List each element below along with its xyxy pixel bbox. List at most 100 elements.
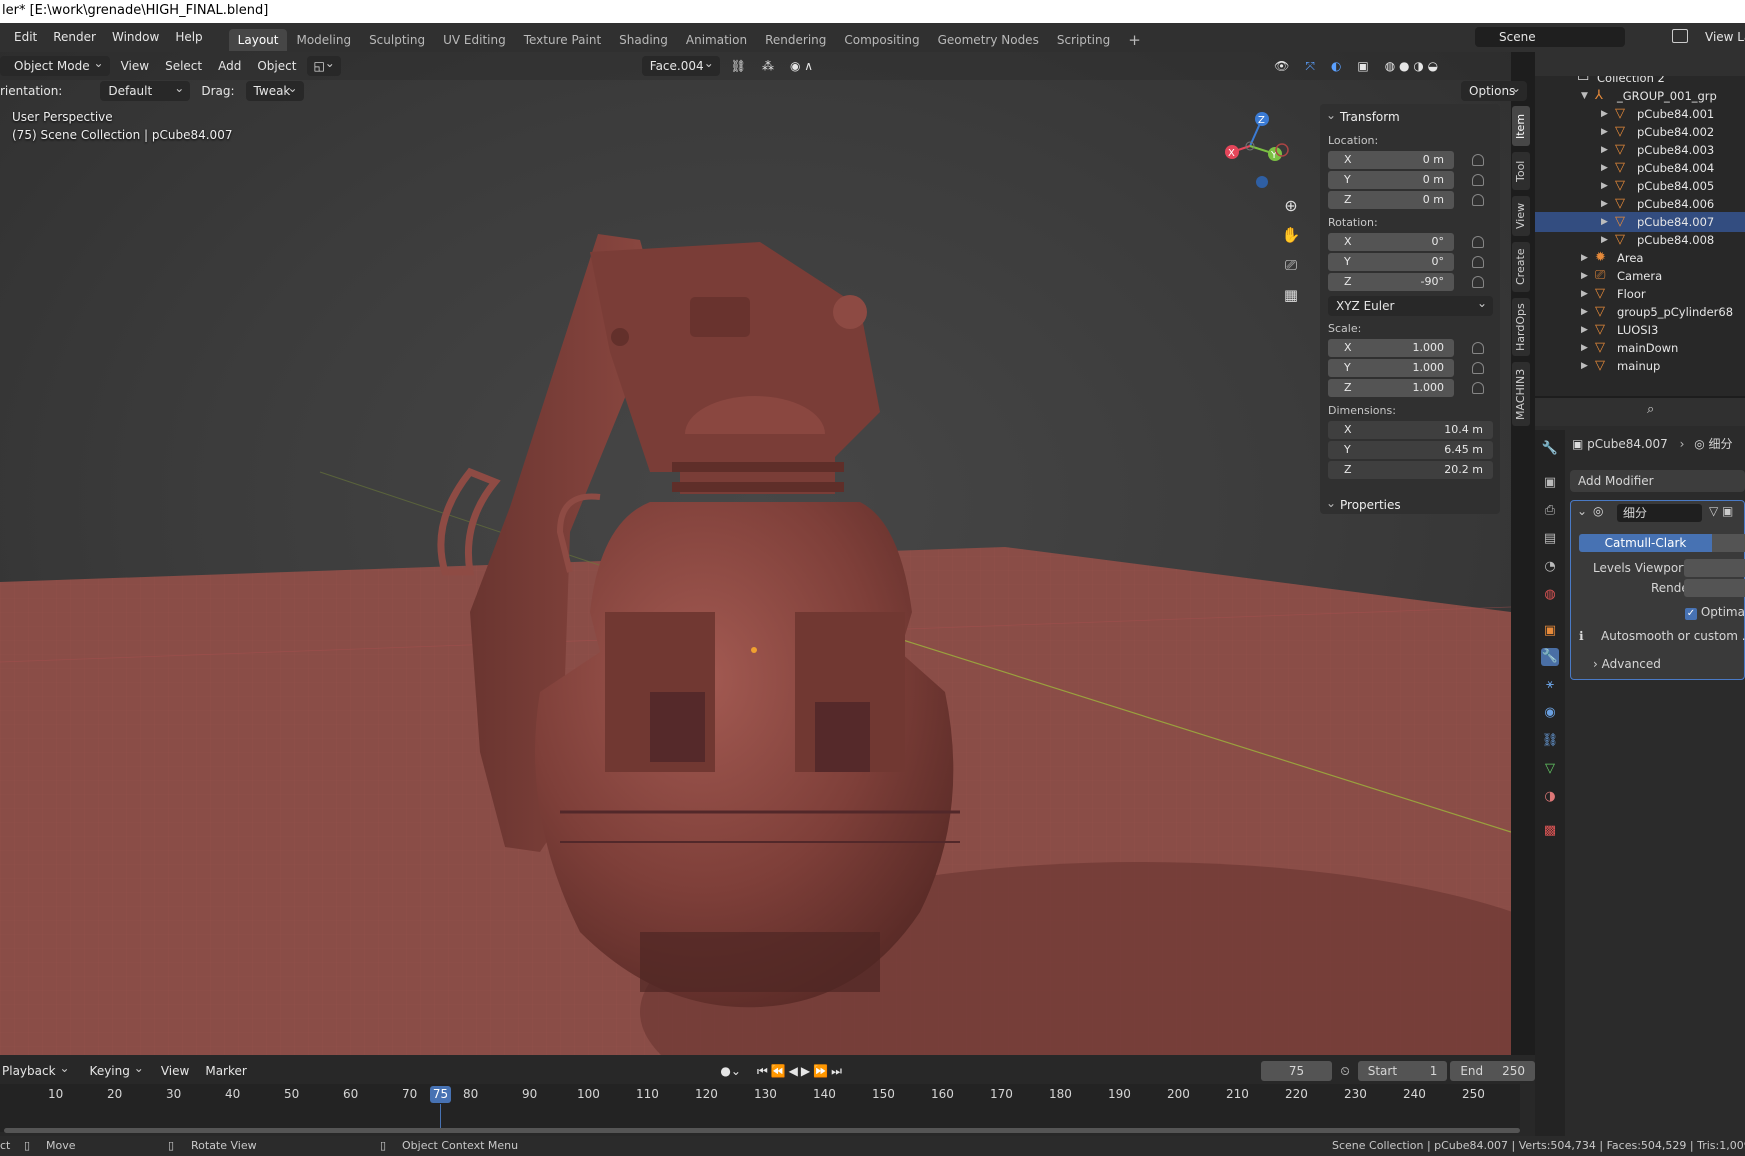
outliner-row[interactable]: ▶ ▽ group5_pCylinder68 xyxy=(1535,302,1745,322)
menu-add[interactable]: Add xyxy=(210,56,249,76)
lock-icon[interactable] xyxy=(1472,382,1484,394)
pan-hand-icon[interactable]: ✋ xyxy=(1280,226,1302,248)
physics-tab-icon[interactable]: ◉ xyxy=(1541,704,1559,722)
timeline-view-menu[interactable]: View xyxy=(153,1061,197,1081)
render-levels-field[interactable] xyxy=(1684,579,1745,597)
scale-x-field[interactable]: X 1.000 xyxy=(1328,339,1454,357)
tab-create[interactable]: Create xyxy=(1512,242,1530,292)
mode-selector[interactable]: Object Mode xyxy=(0,53,110,76)
lock-icon[interactable] xyxy=(1472,236,1484,248)
rotation-mode-dropdown[interactable]: XYZ Euler xyxy=(1328,293,1493,316)
outliner-row[interactable]: ▶ ▽ pCube84.001 xyxy=(1535,104,1745,124)
lock-icon[interactable] xyxy=(1472,194,1484,206)
rotation-y-field[interactable]: Y 0° xyxy=(1328,253,1454,271)
object-tab-icon[interactable]: ▣ xyxy=(1541,622,1559,640)
view-layer-label[interactable]: View La xyxy=(1705,27,1745,47)
outliner-row[interactable]: ▶ ▽ pCube84.004 xyxy=(1535,158,1745,178)
constraints-tab-icon[interactable]: ⛓ xyxy=(1541,732,1559,750)
levels-viewport-field[interactable] xyxy=(1684,559,1745,577)
proportional-edit-icon[interactable]: ◉ ∧ xyxy=(782,56,821,76)
particles-tab-icon[interactable]: ⚹ xyxy=(1541,676,1559,694)
optimal-display-checkbox[interactable]: ✓ Optimal D xyxy=(1685,605,1745,620)
tab-uv-editing[interactable]: UV Editing xyxy=(434,29,515,51)
transform-header[interactable]: Transform xyxy=(1320,104,1500,128)
tool-tab-icon[interactable]: 🔧 xyxy=(1541,440,1559,458)
outliner-row[interactable]: ▶ ▽ Floor xyxy=(1535,284,1745,304)
lock-icon[interactable] xyxy=(1472,276,1484,288)
add-modifier-button[interactable]: Add Modifier xyxy=(1570,470,1745,492)
clock-icon[interactable]: ⏲ xyxy=(1332,1061,1357,1081)
current-frame-field[interactable]: 75 xyxy=(1260,1061,1333,1081)
scale-z-field[interactable]: Z 1.000 xyxy=(1328,379,1454,397)
menu-edit[interactable]: Edit xyxy=(6,23,45,52)
pivot-icon[interactable]: ⛓ xyxy=(723,56,754,76)
menu-view[interactable]: View xyxy=(113,56,157,76)
dimensions-z-field[interactable]: Z 20.2 m xyxy=(1328,461,1493,479)
lock-icon[interactable] xyxy=(1472,342,1484,354)
playhead[interactable]: 75 xyxy=(430,1086,451,1103)
object-data-selector[interactable]: Face.004 xyxy=(641,53,720,76)
gizmo-toggle-icon[interactable]: ⤧ xyxy=(1297,56,1323,76)
add-workspace-button[interactable]: + xyxy=(1119,29,1150,51)
advanced-subpanel[interactable]: › Advanced xyxy=(1593,657,1661,671)
output-tab-icon[interactable]: ⎙ xyxy=(1541,502,1559,520)
outliner-row[interactable]: ▶ ▽ LUOSI3 xyxy=(1535,320,1745,340)
view-layer-tab-icon[interactable]: ▤ xyxy=(1541,530,1559,548)
zoom-icon[interactable]: ⊕ xyxy=(1280,196,1302,218)
playback-menu[interactable]: Playback xyxy=(0,1058,76,1081)
chevron-down-icon[interactable]: ⌄ xyxy=(1577,504,1587,518)
lock-icon[interactable] xyxy=(1472,154,1484,166)
material-tab-icon[interactable]: ◑ xyxy=(1541,788,1559,806)
outliner-row[interactable]: ▶ ✹ Area xyxy=(1535,248,1745,268)
tab-layout[interactable]: Layout xyxy=(228,28,288,51)
menu-select[interactable]: Select xyxy=(157,56,210,76)
render-tab-icon[interactable]: ▣ xyxy=(1541,474,1559,492)
tab-animation[interactable]: Animation xyxy=(677,29,756,51)
modifier-name-field[interactable]: 细分 xyxy=(1617,504,1702,522)
search-icon[interactable]: ⌕ xyxy=(1647,402,1654,417)
outliner-row-selected[interactable]: ▶ ▽ pCube84.007 xyxy=(1535,212,1745,232)
keying-menu[interactable]: Keying xyxy=(82,1058,150,1081)
outliner-row[interactable]: ▶ ▽ pCube84.003 xyxy=(1535,140,1745,160)
tab-shading[interactable]: Shading xyxy=(610,29,677,51)
tab-item[interactable]: Item xyxy=(1512,106,1530,146)
end-frame-field[interactable]: End 250 xyxy=(1450,1061,1535,1081)
marker-menu[interactable]: Marker xyxy=(197,1061,254,1081)
location-y-field[interactable]: Y 0 m xyxy=(1328,171,1454,189)
tab-scripting[interactable]: Scripting xyxy=(1048,29,1119,51)
lock-icon[interactable] xyxy=(1472,362,1484,374)
playback-controls-icon[interactable]: ⏮⏪◀▶⏩⏭ xyxy=(749,1061,853,1081)
world-tab-icon[interactable]: ◍ xyxy=(1541,586,1559,604)
overlay-toggle-icon[interactable]: ◐ xyxy=(1323,56,1349,76)
modifier-tab-icon[interactable]: 🔧 xyxy=(1541,648,1559,666)
tab-compositing[interactable]: Compositing xyxy=(835,29,928,51)
lock-icon[interactable] xyxy=(1472,174,1484,186)
texture-tab-icon[interactable]: ▩ xyxy=(1541,822,1559,840)
menu-object[interactable]: Object xyxy=(249,56,304,76)
tab-texture-paint[interactable]: Texture Paint xyxy=(515,29,610,51)
ortho-toggle-icon[interactable]: ▦ xyxy=(1280,286,1302,308)
scale-y-field[interactable]: Y 1.000 xyxy=(1328,359,1454,377)
menu-help[interactable]: Help xyxy=(167,23,210,52)
dimensions-y-field[interactable]: Y 6.45 m xyxy=(1328,441,1493,459)
xray-icon[interactable]: ▣ xyxy=(1349,56,1376,76)
record-icon[interactable]: ●⌄ xyxy=(712,1061,749,1081)
outliner-row[interactable]: ▶ ▽ mainup xyxy=(1535,356,1745,376)
outliner-row[interactable]: ▼ ⅄ _GROUP_001_grp xyxy=(1535,86,1745,106)
timeline-scrollbar[interactable] xyxy=(4,1128,1520,1133)
dimensions-x-field[interactable]: X 10.4 m xyxy=(1328,421,1493,439)
rotation-z-field[interactable]: Z -90° xyxy=(1328,273,1454,291)
outliner-row[interactable]: ▶ ▽ mainDown xyxy=(1535,338,1745,358)
tab-machin3[interactable]: MACHIN3 xyxy=(1512,362,1530,426)
visibility-icon[interactable]: 👁 xyxy=(1266,56,1297,76)
menu-render[interactable]: Render xyxy=(45,23,104,52)
properties-header[interactable]: Properties xyxy=(1320,492,1500,516)
tab-rendering[interactable]: Rendering xyxy=(756,29,835,51)
options-dropdown[interactable]: Options xyxy=(1461,78,1527,101)
menu-window[interactable]: Window xyxy=(104,23,167,52)
start-frame-field[interactable]: Start 1 xyxy=(1357,1061,1448,1081)
catmull-clark-button[interactable]: Catmull-Clark xyxy=(1579,534,1712,552)
rotation-x-field[interactable]: X 0° xyxy=(1328,233,1454,251)
view-layer-icon[interactable] xyxy=(1672,29,1688,43)
drag-dropdown[interactable]: Tweak xyxy=(245,78,304,101)
